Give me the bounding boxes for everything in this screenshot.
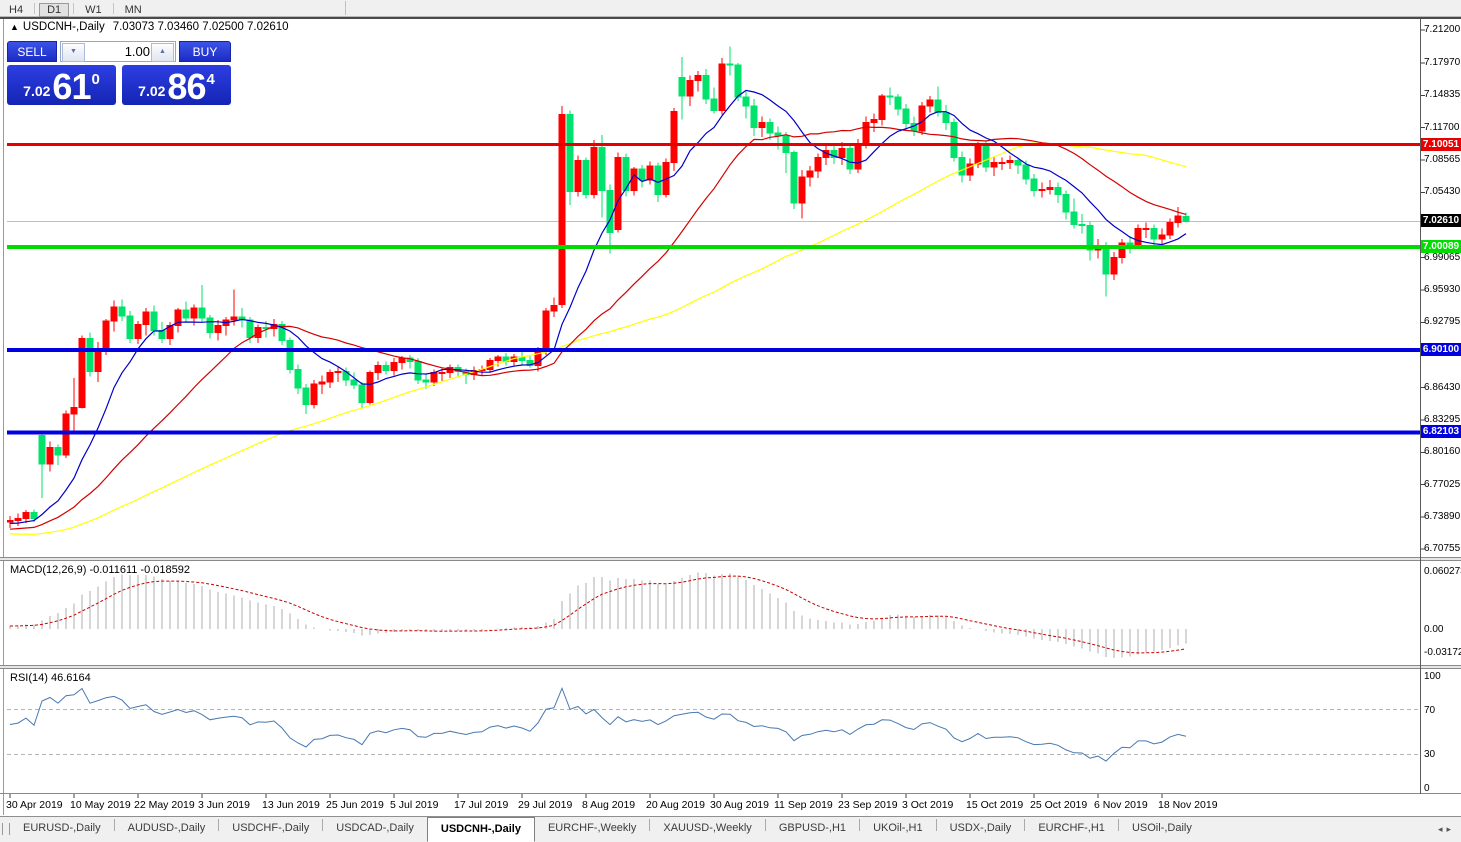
date-tick-label: 3 Oct 2019 bbox=[902, 799, 954, 811]
date-tick-label: 23 Sep 2019 bbox=[838, 799, 898, 811]
rsi-tick-label: 30 bbox=[1424, 749, 1436, 760]
tab-usoil-daily[interactable]: USOil-,Daily bbox=[1119, 818, 1205, 839]
date-tick-label: 13 Jun 2019 bbox=[262, 799, 320, 811]
price-tick-label: 7.08565 bbox=[1424, 154, 1461, 165]
price-tick-label: 7.05430 bbox=[1424, 186, 1461, 197]
volume-spinner: ▼ 1.00 ▲ bbox=[60, 41, 176, 62]
current-price-badge: 7.02610 bbox=[1421, 214, 1461, 227]
date-tick-label: 25 Jun 2019 bbox=[326, 799, 384, 811]
date-tick-label: 25 Oct 2019 bbox=[1030, 799, 1088, 811]
price-tick-label: 6.92795 bbox=[1424, 316, 1461, 327]
panel-separator[interactable] bbox=[0, 665, 1461, 669]
buy-price-digits: 86 bbox=[167, 66, 206, 107]
price-line-badge: 7.00089 bbox=[1421, 240, 1461, 253]
candlestick-chart bbox=[7, 29, 1425, 798]
buy-button[interactable]: BUY bbox=[179, 41, 231, 62]
tab-usdchf-daily[interactable]: USDCHF-,Daily bbox=[219, 818, 322, 839]
price-line-badge: 6.90100 bbox=[1421, 343, 1461, 356]
buy-price-prefix: 7.02 bbox=[138, 83, 166, 99]
chart-tab-bar: EURUSD-,Daily AUDUSD-,Daily USDCHF-,Daily U… bbox=[0, 816, 1461, 842]
sell-button[interactable]: SELL bbox=[7, 41, 57, 62]
macd-tick-label: -0.031725 bbox=[1424, 647, 1461, 658]
chart-title: ▲ USDCNH-,Daily 7.03073 7.03460 7.02500 7.… bbox=[10, 21, 289, 35]
tab-xauusd-weekly[interactable]: XAUUSD-,Weekly bbox=[650, 818, 764, 839]
tab-usdx-daily[interactable]: USDX-,Daily bbox=[937, 818, 1025, 839]
price-line-badge: 6.82103 bbox=[1421, 425, 1461, 438]
price-tick-label: 7.14835 bbox=[1424, 89, 1461, 100]
rsi-tick-label: 70 bbox=[1424, 705, 1436, 716]
date-tick-label: 6 Nov 2019 bbox=[1094, 799, 1148, 811]
date-tick-label: 22 May 2019 bbox=[134, 799, 195, 811]
chart-symbol-period: USDCNH-,Daily bbox=[22, 21, 105, 33]
tab-eurchf-h1[interactable]: EURCHF-,H1 bbox=[1025, 818, 1118, 839]
date-tick-label: 30 Apr 2019 bbox=[6, 799, 63, 811]
volume-input[interactable]: 1.00 bbox=[125, 43, 150, 61]
price-tick-label: 7.17970 bbox=[1424, 57, 1461, 68]
rsi-tick-label: 0 bbox=[1424, 783, 1430, 794]
date-tick-label: 30 Aug 2019 bbox=[710, 799, 769, 811]
one-click-trading-widget: SELL ▼ 1.00 ▲ BUY 7.02 61 0 7.02 86 4 bbox=[7, 41, 231, 105]
price-tick-label: 7.21200 bbox=[1424, 24, 1461, 35]
panel-separator[interactable] bbox=[0, 557, 1461, 561]
tab-eurusd-daily[interactable]: EURUSD-,Daily bbox=[10, 818, 114, 839]
date-axis-line bbox=[0, 793, 1461, 794]
tab-gbpusd-h1[interactable]: GBPUSD-,H1 bbox=[766, 818, 859, 839]
tab-scroll-right-icon[interactable]: ▸ bbox=[1446, 824, 1455, 834]
tab-audusd-daily[interactable]: AUDUSD-,Daily bbox=[115, 818, 219, 839]
price-tick-label: 6.95930 bbox=[1424, 284, 1461, 295]
price-tick-label: 6.77025 bbox=[1424, 479, 1461, 490]
price-tick-label: 6.73890 bbox=[1424, 511, 1461, 522]
volume-increase-button[interactable]: ▲ bbox=[151, 43, 174, 62]
price-tick-label: 6.86430 bbox=[1424, 382, 1461, 393]
tab-eurchf-weekly[interactable]: EURCHF-,Weekly bbox=[535, 818, 649, 839]
chart-ohlc-values: 7.03073 7.03460 7.02500 7.02610 bbox=[112, 21, 289, 33]
date-tick-label: 10 May 2019 bbox=[70, 799, 131, 811]
price-axis-line bbox=[1420, 19, 1421, 794]
date-tick-label: 29 Jul 2019 bbox=[518, 799, 573, 811]
trading-platform-window: H4 D1 W1 MN ▲ USDCNH-,Daily 7.03073 7.03460 7… bbox=[0, 0, 1461, 842]
symbol-marker-icon: ▲ bbox=[10, 22, 19, 32]
date-tick-label: 3 Jun 2019 bbox=[198, 799, 250, 811]
macd-tick-label: 0.00 bbox=[1424, 624, 1444, 635]
price-tick-label: 6.70755 bbox=[1424, 543, 1461, 554]
date-tick-label: 20 Aug 2019 bbox=[646, 799, 705, 811]
macd-tick-label: 0.060273 bbox=[1424, 566, 1461, 577]
tab-usdcnh-daily[interactable]: USDCNH-,Daily bbox=[426, 817, 535, 842]
volume-decrease-button[interactable]: ▼ bbox=[62, 43, 85, 62]
sell-price-digits: 61 bbox=[52, 66, 91, 107]
date-tick-label: 18 Nov 2019 bbox=[1158, 799, 1218, 811]
date-tick-label: 15 Oct 2019 bbox=[966, 799, 1024, 811]
sell-price-panel[interactable]: 7.02 61 0 bbox=[7, 65, 116, 105]
tab-scroll-arrows[interactable]: ◂▸ bbox=[1438, 824, 1455, 835]
date-tick-label: 8 Aug 2019 bbox=[582, 799, 636, 811]
tab-usdcad-daily[interactable]: USDCAD-,Daily bbox=[323, 818, 427, 839]
price-line-badge: 7.10051 bbox=[1421, 138, 1461, 151]
buy-price-panel[interactable]: 7.02 86 4 bbox=[122, 65, 231, 105]
rsi-tick-label: 100 bbox=[1424, 671, 1441, 682]
price-tick-label: 6.99065 bbox=[1424, 252, 1461, 263]
date-tick-label: 11 Sep 2019 bbox=[774, 799, 833, 811]
tab-ukoil-h1[interactable]: UKOil-,H1 bbox=[860, 818, 936, 839]
rsi-indicator-label: RSI(14) 46.6164 bbox=[10, 672, 91, 684]
macd-indicator-label: MACD(12,26,9) -0.011611 -0.018592 bbox=[10, 564, 190, 576]
price-tick-label: 6.80160 bbox=[1424, 446, 1461, 457]
tabbar-grip[interactable] bbox=[2, 823, 10, 835]
sell-price-pip: 0 bbox=[91, 71, 100, 88]
sell-price-prefix: 7.02 bbox=[23, 83, 51, 99]
date-tick-label: 5 Jul 2019 bbox=[390, 799, 439, 811]
buy-price-pip: 4 bbox=[206, 71, 215, 88]
date-tick-label: 17 Jul 2019 bbox=[454, 799, 509, 811]
price-tick-label: 7.11700 bbox=[1424, 122, 1460, 133]
